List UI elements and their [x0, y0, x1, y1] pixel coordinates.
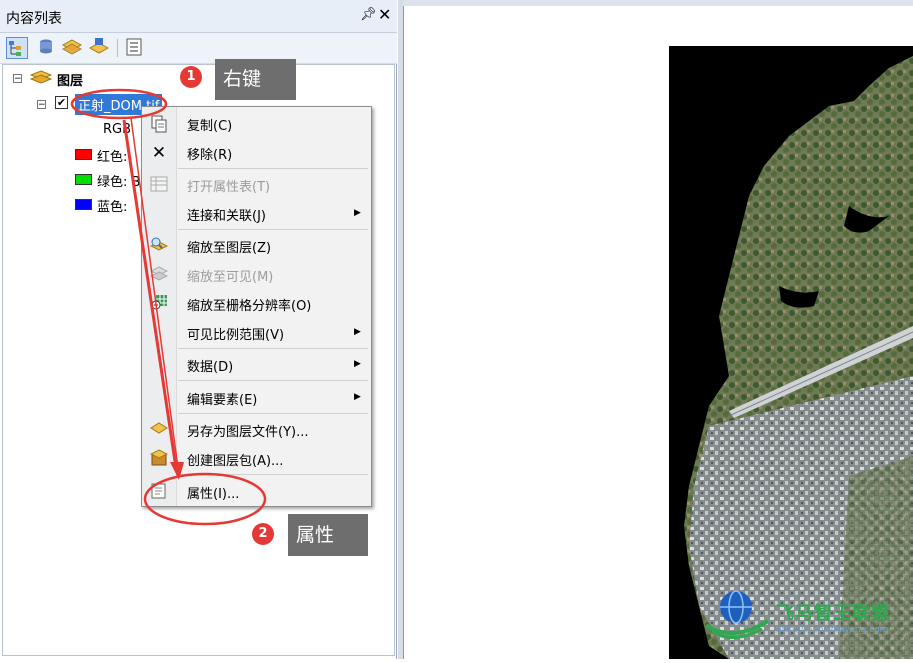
step-2-callout: 属性 [288, 514, 368, 556]
globe-logo-icon [704, 590, 770, 639]
step-1-text: 右键 [223, 68, 262, 90]
step-1-badge: 1 [180, 66, 202, 88]
step-2-text: 属性 [296, 524, 335, 546]
watermark: 飞马智王联盟 http://feimazhiwang.com [702, 585, 912, 645]
right-click-highlight-ellipse [70, 88, 168, 120]
step-1-callout: 右键 [215, 59, 296, 100]
annotation-overlay [70, 88, 267, 526]
annotation-arrow-line [130, 117, 179, 469]
watermark-title: 飞马智王联盟 [776, 603, 890, 624]
step-2-badge: 2 [252, 523, 274, 545]
watermark-url: http://feimazhiwang.com [776, 625, 889, 635]
properties-highlight-ellipse [143, 472, 267, 526]
annotation-arrow-line [122, 119, 178, 469]
